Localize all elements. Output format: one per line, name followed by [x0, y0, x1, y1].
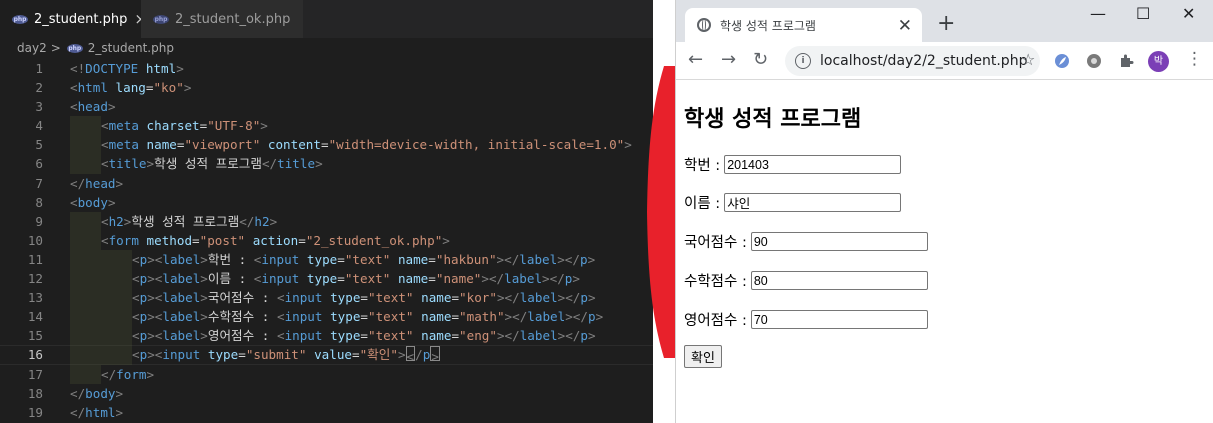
line-number: 17: [27, 366, 43, 382]
line-number: 16: [27, 347, 43, 363]
tab-label: 2_student_ok.php: [175, 11, 291, 27]
back-button[interactable]: ←: [688, 49, 703, 71]
info-icon[interactable]: i: [795, 53, 811, 69]
line-number: 19: [27, 404, 43, 420]
red-arrow-shape: [647, 66, 675, 358]
code-line: 14 <p><label>수학점수 : <input type="text" na…: [0, 307, 653, 327]
url-text[interactable]: localhost/day2/2_student.php: [820, 53, 1027, 69]
code-line: 8 <body>: [0, 193, 653, 212]
line-number: 4: [35, 118, 43, 134]
close-window-button[interactable]: ✕: [1182, 4, 1195, 23]
submit-button[interactable]: 확인: [684, 345, 722, 368]
code-line: 5 <meta name="viewport" content="width=de…: [0, 135, 653, 155]
code-line: 2 <html lang="ko">: [0, 78, 653, 97]
code-line-current: 16 <p><input type="submit" value="확인"></p…: [0, 345, 653, 365]
tab-2-student-php[interactable]: php 2_student.php ×: [0, 0, 147, 38]
code-line: 19 </html>: [0, 403, 653, 422]
breadcrumb: day2 > php 2_student.php: [0, 38, 653, 58]
minimize-button[interactable]: —: [1090, 4, 1106, 23]
browser-tab-title: 학생 성적 프로그램: [720, 18, 816, 33]
bracket-match: >: [430, 346, 440, 364]
field-kor: 국어점수 :: [684, 231, 928, 252]
chevron-right-icon: >: [50, 41, 61, 55]
code-line: 1 <!DOCTYPE html>: [0, 59, 653, 78]
more-menu-icon[interactable]: ⋮: [1186, 49, 1203, 69]
code-editor: php 2_student.php × php 2_student_ok.php…: [0, 0, 653, 423]
forward-button[interactable]: →: [721, 49, 736, 71]
line-number: 10: [27, 232, 43, 248]
kor-input[interactable]: [750, 232, 928, 251]
field-eng: 영어점수 :: [684, 309, 928, 330]
code-line: 11 <p><label>학번 : <input type="text" name…: [0, 249, 653, 270]
field-name: 이름 :: [684, 192, 902, 213]
field-label: 국어점수 :: [684, 235, 747, 251]
browser-toolbar: ← → ↻ i localhost/day2/2_student.php ☆ 박…: [676, 42, 1213, 80]
php-file-icon: php: [12, 14, 28, 24]
line-number: 13: [27, 290, 43, 306]
line-number: 6: [35, 156, 43, 172]
code-line: 3 <head>: [0, 97, 653, 116]
breadcrumb-file[interactable]: 2_student.php: [88, 41, 174, 55]
code-line: 6 <title>학생 성적 프로그램</title>: [0, 154, 653, 174]
maximize-button[interactable]: ☐: [1136, 4, 1150, 23]
line-number: 9: [35, 213, 43, 229]
code-line: 4 <meta charset="UTF-8">: [0, 116, 653, 136]
extensions-puzzle-icon[interactable]: [1118, 53, 1134, 69]
line-number: 8: [35, 194, 43, 210]
line-number: 3: [35, 99, 43, 115]
tab-2-student-ok-php[interactable]: php 2_student_ok.php: [141, 0, 303, 38]
line-number: 7: [35, 175, 43, 191]
editor-tab-bar: php 2_student.php × php 2_student_ok.php: [0, 0, 653, 38]
name-input[interactable]: [724, 193, 902, 212]
field-label: 학번 :: [684, 158, 721, 174]
code-area[interactable]: 1 <!DOCTYPE html> 2 <html lang="ko"> 3 <hea…: [0, 59, 653, 422]
code-line: 18 </body>: [0, 384, 653, 403]
line-number: 11: [27, 251, 43, 267]
line-number: 5: [35, 137, 43, 153]
browser-tab-strip: 학생 성적 프로그램 ✕ + — ☐ ✕: [676, 0, 1213, 42]
reload-button[interactable]: ↻: [753, 49, 768, 71]
line-number: 14: [27, 309, 43, 325]
bookmark-star-icon[interactable]: ☆: [1021, 50, 1035, 69]
address-bar[interactable]: i localhost/day2/2_student.php: [785, 46, 1040, 76]
line-number: 12: [27, 271, 43, 287]
line-number: 15: [27, 328, 43, 344]
math-input[interactable]: [750, 271, 928, 290]
breadcrumb-folder[interactable]: day2: [17, 41, 47, 55]
field-label: 영어점수 :: [684, 313, 747, 329]
field-label: 이름 :: [684, 196, 721, 212]
extension-feather-icon[interactable]: [1054, 53, 1070, 69]
code-line: 17 </form>: [0, 364, 653, 384]
line-number: 18: [27, 385, 43, 401]
code-line: 13 <p><label>국어점수 : <input type="text" na…: [0, 288, 653, 308]
close-icon[interactable]: ✕: [898, 16, 912, 36]
line-number: 2: [35, 80, 43, 96]
profile-avatar[interactable]: 박: [1148, 51, 1169, 72]
browser-window: 학생 성적 프로그램 ✕ + — ☐ ✕ ← → ↻ i localhost/d…: [675, 0, 1213, 423]
tab-label: 2_student.php: [34, 11, 128, 27]
php-file-icon: php: [153, 14, 169, 24]
browser-tab[interactable]: 학생 성적 프로그램 ✕: [685, 8, 922, 42]
text-cursor: <: [405, 346, 416, 364]
page-content: 학생 성적 프로그램 학번 : 이름 : 국어점수 : 수학점수 : 영어점수 …: [676, 80, 1213, 423]
php-file-icon: php: [66, 43, 83, 53]
extension-gear-icon[interactable]: [1086, 53, 1102, 69]
field-label: 수학점수 :: [684, 274, 747, 290]
code-line: 12 <p><label>이름 : <input type="text" name…: [0, 269, 653, 289]
code-line: 9 <h2>학생 성적 프로그램</h2>: [0, 211, 653, 231]
page-heading: 학생 성적 프로그램: [684, 107, 862, 132]
code-line: 15 <p><label>영어점수 : <input type="text" na…: [0, 326, 653, 346]
line-number: 1: [35, 61, 43, 76]
hakbun-input[interactable]: [724, 155, 902, 174]
eng-input[interactable]: [750, 310, 928, 329]
code-line: 7 </head>: [0, 174, 653, 193]
field-math: 수학점수 :: [684, 270, 928, 291]
code-line: 10 <form method="post" action="2_student_…: [0, 230, 653, 250]
field-hakbun: 학번 :: [684, 154, 902, 175]
globe-icon: [697, 18, 711, 32]
new-tab-button[interactable]: +: [937, 13, 955, 35]
